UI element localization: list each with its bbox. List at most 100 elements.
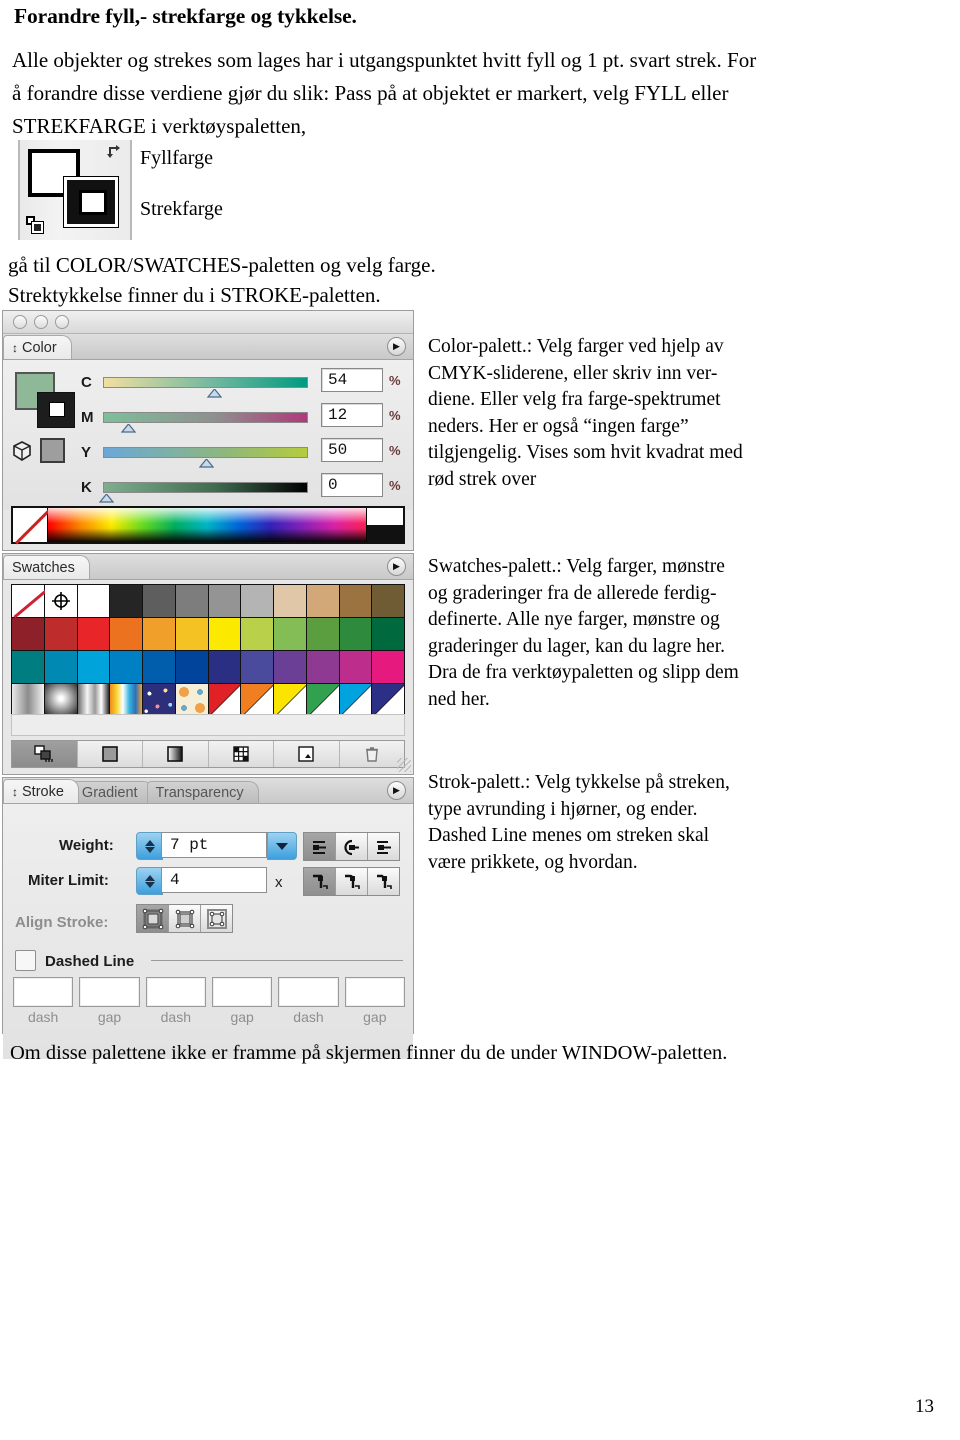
swatch-pattern-confetti[interactable] bbox=[143, 684, 175, 716]
bevel-join-icon[interactable] bbox=[368, 868, 399, 895]
swatch-gray-20[interactable] bbox=[241, 585, 273, 617]
swatch-magenta[interactable] bbox=[339, 651, 372, 683]
swatch-gray-40[interactable] bbox=[208, 585, 241, 617]
dash-field-6[interactable]: gap bbox=[344, 977, 405, 1025]
slider-thumb-c[interactable] bbox=[206, 388, 222, 398]
color-out-of-gamut-swatch[interactable] bbox=[40, 438, 65, 463]
swatch-pattern-tile[interactable] bbox=[175, 684, 208, 716]
swatch-dark-green[interactable] bbox=[372, 618, 404, 650]
new-swatch-icon[interactable] bbox=[274, 741, 340, 767]
weight-dropdown-icon[interactable] bbox=[267, 832, 297, 860]
projecting-cap-icon[interactable] bbox=[368, 833, 399, 860]
value-input-m[interactable]: 12 bbox=[321, 403, 383, 427]
swatch-light-green[interactable] bbox=[274, 618, 306, 650]
slider-thumb-m[interactable] bbox=[121, 423, 137, 433]
tab-stroke[interactable]: ↕ Stroke bbox=[3, 779, 79, 803]
swatch-global-orange[interactable] bbox=[241, 684, 273, 716]
swatch-teal[interactable] bbox=[12, 651, 44, 683]
slider-row-c[interactable]: C bbox=[81, 372, 308, 398]
swatch-global-cyan[interactable] bbox=[339, 684, 372, 716]
weight-input[interactable]: 7 pt bbox=[161, 832, 267, 858]
dash-pattern-fields[interactable]: dash gap dash gap dash gap bbox=[13, 977, 405, 1025]
slider-row-m[interactable]: M bbox=[81, 407, 308, 433]
swatches-panel-menu-icon[interactable]: ▶ bbox=[387, 557, 406, 576]
swatch-violet[interactable] bbox=[274, 651, 306, 683]
dash-field-5[interactable]: dash bbox=[278, 977, 339, 1025]
tab-swatches[interactable]: Swatches bbox=[3, 555, 90, 579]
stroke-color-swatch-icon[interactable] bbox=[64, 177, 118, 227]
swatch-gray-80[interactable] bbox=[143, 585, 175, 617]
delete-swatch-icon[interactable] bbox=[340, 741, 405, 767]
swatch-gold[interactable] bbox=[175, 618, 208, 650]
default-fill-stroke-icon[interactable] bbox=[26, 216, 44, 234]
pattern-swatch-icon[interactable] bbox=[209, 741, 274, 767]
tab-color[interactable]: ↕ Color bbox=[3, 335, 72, 359]
align-outside-icon[interactable] bbox=[201, 905, 232, 932]
swatch-tan-light[interactable] bbox=[274, 585, 306, 617]
swatch-purple[interactable] bbox=[306, 651, 339, 683]
cap-button-group[interactable] bbox=[303, 832, 400, 861]
value-input-k[interactable]: 0 bbox=[321, 473, 383, 497]
swatch-azure[interactable] bbox=[110, 651, 142, 683]
minimize-button-icon[interactable] bbox=[34, 315, 48, 329]
tab-gradient[interactable]: Gradient bbox=[72, 781, 153, 803]
solid-color-swatch-icon[interactable] bbox=[78, 741, 143, 767]
slider-row-k[interactable]: K bbox=[81, 477, 308, 503]
swatch-dark-brown[interactable] bbox=[372, 585, 404, 617]
swatch-cyan[interactable] bbox=[77, 651, 110, 683]
color-stroke-proxy-icon[interactable] bbox=[37, 392, 75, 428]
slider-track-y[interactable] bbox=[103, 446, 308, 468]
swatch-gray-60[interactable] bbox=[175, 585, 208, 617]
swatch-deep-blue[interactable] bbox=[175, 651, 208, 683]
swatch-lime[interactable] bbox=[241, 618, 273, 650]
slider-track-k[interactable] bbox=[99, 481, 308, 503]
butt-cap-icon[interactable] bbox=[304, 833, 336, 860]
dash-field-1[interactable]: dash bbox=[13, 977, 74, 1025]
swatch-mid-green[interactable] bbox=[339, 618, 372, 650]
fill-stroke-tool-widget[interactable] bbox=[18, 140, 132, 240]
swatch-navy[interactable] bbox=[208, 651, 241, 683]
round-cap-icon[interactable] bbox=[336, 833, 368, 860]
swatch-global-yellow[interactable] bbox=[274, 684, 306, 716]
show-all-swatches-icon[interactable] bbox=[12, 741, 78, 767]
gradient-swatch-icon[interactable] bbox=[143, 741, 209, 767]
dash-input-2[interactable] bbox=[79, 977, 140, 1007]
color-panel-menu-icon[interactable]: ▶ bbox=[387, 337, 406, 356]
dash-field-4[interactable]: gap bbox=[211, 977, 273, 1025]
dashed-line-checkbox[interactable] bbox=[15, 950, 36, 971]
swatch-tan[interactable] bbox=[306, 585, 339, 617]
color-panel[interactable]: ↕ Color ▶ C M Y K 54 % 12 % 50 % 0 % bbox=[2, 310, 414, 551]
align-inside-icon[interactable] bbox=[169, 905, 201, 932]
align-center-icon[interactable] bbox=[137, 905, 169, 932]
none-color-icon[interactable] bbox=[13, 508, 48, 542]
swatch-orange[interactable] bbox=[110, 618, 142, 650]
swatch-indigo[interactable] bbox=[241, 651, 273, 683]
swatch-dark-red[interactable] bbox=[12, 618, 44, 650]
swatch-blue[interactable] bbox=[143, 651, 175, 683]
swap-fill-stroke-icon[interactable] bbox=[106, 144, 124, 162]
swatch-gradient-rainbow[interactable] bbox=[110, 684, 142, 716]
slider-track-c[interactable] bbox=[103, 376, 308, 398]
miter-join-icon[interactable] bbox=[304, 868, 336, 895]
swatch-gradient-steel[interactable] bbox=[77, 684, 110, 716]
round-join-icon[interactable] bbox=[336, 868, 368, 895]
dash-input-5[interactable] bbox=[278, 977, 339, 1007]
stroke-panel-menu-icon[interactable]: ▶ bbox=[387, 781, 406, 800]
swatch-yellow[interactable] bbox=[208, 618, 241, 650]
swatch-pink[interactable] bbox=[372, 651, 404, 683]
swatches-panel[interactable]: Swatches ▶ bbox=[2, 553, 414, 775]
swatch-green[interactable] bbox=[306, 618, 339, 650]
swatch-white[interactable] bbox=[77, 585, 110, 617]
join-button-group[interactable] bbox=[303, 867, 400, 896]
swatch-none[interactable] bbox=[12, 585, 44, 617]
slider-row-y[interactable]: Y bbox=[81, 442, 308, 468]
swatches-resize-grip[interactable] bbox=[397, 758, 411, 772]
tab-transparency[interactable]: Transparency bbox=[146, 781, 259, 803]
slider-thumb-k[interactable] bbox=[99, 493, 115, 503]
miter-stepper[interactable] bbox=[136, 867, 163, 895]
slider-thumb-y[interactable] bbox=[198, 458, 214, 468]
color-spectrum-bar[interactable] bbox=[11, 506, 405, 544]
swatch-black[interactable] bbox=[110, 585, 142, 617]
swatch-cerulean[interactable] bbox=[44, 651, 77, 683]
close-button-icon[interactable] bbox=[13, 315, 27, 329]
